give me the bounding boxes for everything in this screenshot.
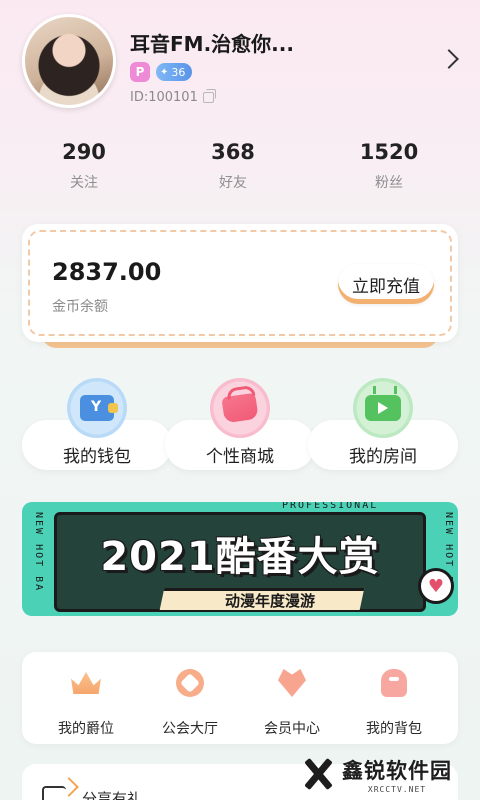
banner-subtitle: 动漫年度漫游 — [224, 592, 315, 610]
user-id: ID:100101 — [130, 90, 198, 105]
profile-header[interactable]: 耳音FM.治愈你... P ✦ 36 ID:100101 — [0, 0, 480, 130]
menu-item-rank[interactable]: 我的爵位 — [36, 662, 136, 738]
menu-item-backpack[interactable]: 我的背包 — [344, 662, 444, 738]
stat-fans[interactable]: 1520 粉丝 — [339, 140, 439, 192]
stat-label: 关注 — [70, 175, 98, 191]
watermark-logo-icon — [300, 756, 336, 792]
stats-row: 290 关注 368 好友 1520 粉丝 — [0, 140, 480, 200]
stat-value: 290 — [62, 140, 106, 164]
promo-banner[interactable]: NEW HOT BA NEW HOT BA PROFESSIONAL 2021酷… — [22, 502, 458, 616]
banner-title: 2021酷番大赏 — [100, 534, 380, 580]
quick-action-label: 我的房间 — [349, 447, 417, 467]
share-icon — [42, 786, 66, 800]
site-watermark: 鑫锐软件园 XRCCTV.NET — [300, 748, 480, 800]
shop-icon — [210, 378, 270, 438]
stat-value: 368 — [211, 140, 255, 164]
stat-label: 粉丝 — [375, 175, 403, 191]
guild-hall-icon — [173, 666, 207, 700]
watermark-text: 鑫锐软件园 — [342, 758, 452, 783]
stat-following[interactable]: 290 关注 — [34, 140, 134, 192]
stat-value: 1520 — [359, 140, 419, 164]
recharge-button[interactable]: 立即充值 — [338, 264, 434, 304]
banner-top-text: PROFESSIONAL — [282, 502, 379, 511]
room-tv-icon — [353, 378, 413, 438]
quick-action-label: 我的钱包 — [63, 447, 131, 467]
user-id-row: ID:100101 — [130, 89, 216, 105]
wallet-icon — [67, 378, 127, 438]
badge-row: P ✦ 36 — [130, 62, 193, 82]
stat-label: 好友 — [219, 175, 247, 191]
crown-icon — [69, 666, 103, 700]
copy-icon[interactable] — [202, 89, 216, 103]
backpack-icon — [377, 666, 411, 700]
quick-action-wallet[interactable]: 我的钱包 — [22, 372, 172, 482]
menu-item-label: 会员中心 — [264, 721, 320, 737]
quick-action-shop[interactable]: 个性商城 — [165, 372, 315, 482]
share-label: 分享有礼 — [82, 790, 143, 800]
coin-label: 金币余额 — [52, 299, 108, 315]
avatar[interactable] — [22, 14, 116, 108]
level-badge: ✦ 36 — [156, 63, 193, 81]
menu-item-label: 我的爵位 — [58, 721, 114, 737]
wing-icon: ✦ — [160, 66, 169, 78]
coin-amount: 2837.00 — [52, 258, 162, 286]
level-value: 36 — [171, 65, 186, 79]
coin-balance-card: 2837.00 金币余额 立即充值 — [22, 224, 458, 342]
menu-item-label: 我的背包 — [366, 721, 422, 737]
quick-actions: 我的钱包 个性商城 我的房间 — [0, 372, 480, 482]
quick-action-room[interactable]: 我的房间 — [308, 372, 458, 482]
username: 耳音FM.治愈你... — [130, 32, 294, 56]
menu-item-guild-hall[interactable]: 公会大厅 — [140, 662, 240, 738]
menu-item-label: 公会大厅 — [162, 721, 218, 737]
menu-item-vip-center[interactable]: 会员中心 — [242, 662, 342, 738]
watermark-subtext: XRCCTV.NET — [367, 784, 427, 794]
quick-action-label: 个性商城 — [206, 447, 274, 467]
heart-badge-icon: ♥ — [418, 568, 454, 604]
vip-heart-icon — [275, 666, 309, 700]
chevron-right-icon[interactable] — [439, 49, 459, 69]
stat-friends[interactable]: 368 好友 — [183, 140, 283, 192]
p-badge-icon: P — [130, 62, 150, 82]
menu-grid: 我的爵位 公会大厅 会员中心 我的背包 — [22, 652, 458, 744]
